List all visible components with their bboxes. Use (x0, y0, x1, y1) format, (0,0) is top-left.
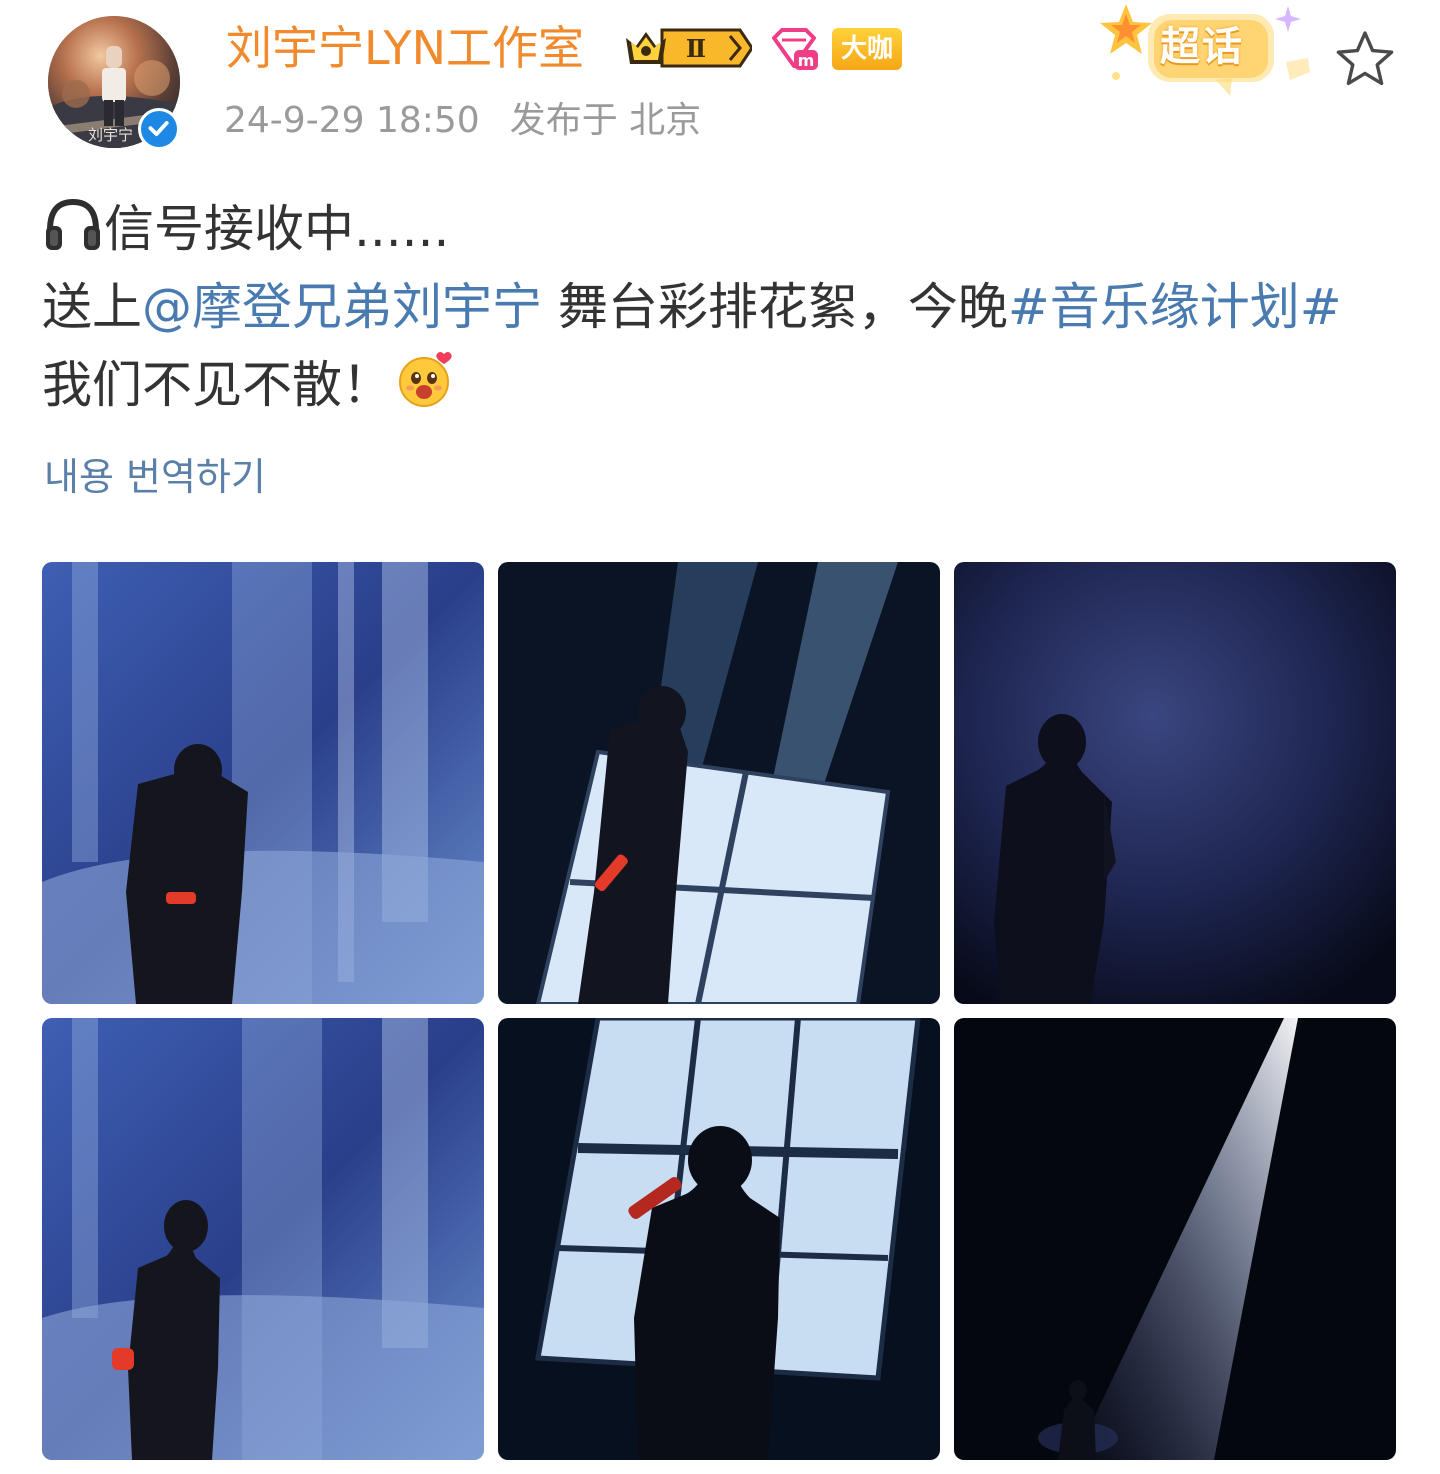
author-name[interactable]: 刘宇宁LYN工作室 (226, 18, 584, 78)
love-emoji-icon (396, 350, 456, 410)
post-line-2: 送上@摩登兄弟刘宇宁 舞台彩排花絮，今晚#音乐缘计划# (42, 268, 1402, 346)
post-photo-5[interactable] (498, 1018, 940, 1460)
crown-level-text: Ⅱ (686, 34, 706, 63)
favorite-star-button[interactable] (1334, 28, 1396, 90)
post-photo-6[interactable] (954, 1018, 1396, 1460)
super-topic-label: 超话 (1160, 24, 1244, 70)
post-date: 24-9-29 18:50 (224, 100, 480, 141)
post-line-1-text: 信号接收中...... (104, 200, 450, 258)
post-photo-3[interactable] (954, 562, 1396, 1004)
daka-badge[interactable]: 大咖 (832, 28, 902, 70)
post-line-3: 我们不见不散！ (42, 346, 1402, 424)
post-line-2-middle: 舞台彩排花絮，今晚 (542, 278, 1008, 336)
star-outline-icon (1336, 31, 1394, 86)
crown-level-badge[interactable]: Ⅱ (622, 24, 754, 72)
post-meta: 24-9-29 18:50 发布于 北京 (224, 96, 701, 146)
avatar-caption: 刘宇宁 (88, 126, 133, 144)
post-photo-1[interactable] (42, 562, 484, 1004)
translate-link[interactable]: 내용 번역하기 (44, 452, 266, 502)
post-line-1: 信号接收中...... (42, 190, 1402, 268)
hashtag-link[interactable]: #音乐缘计划# (1008, 278, 1342, 336)
post-line-3-text: 我们不见不散！ (42, 356, 392, 414)
member-badge-text: m (798, 51, 815, 70)
post-photo-4[interactable] (42, 1018, 484, 1460)
post-line-2-prefix: 送上 (42, 278, 142, 336)
member-badge[interactable]: m (768, 26, 820, 72)
post-content: 信号接收中...... 送上@摩登兄弟刘宇宁 舞台彩排花絮，今晚#音乐缘计划# … (42, 190, 1402, 424)
verified-check-icon (138, 108, 180, 150)
post-location: 发布于 北京 (509, 100, 702, 141)
headphone-icon (42, 194, 104, 256)
mention-link[interactable]: @摩登兄弟刘宇宁 (142, 278, 542, 336)
post-photo-2[interactable] (498, 562, 940, 1004)
